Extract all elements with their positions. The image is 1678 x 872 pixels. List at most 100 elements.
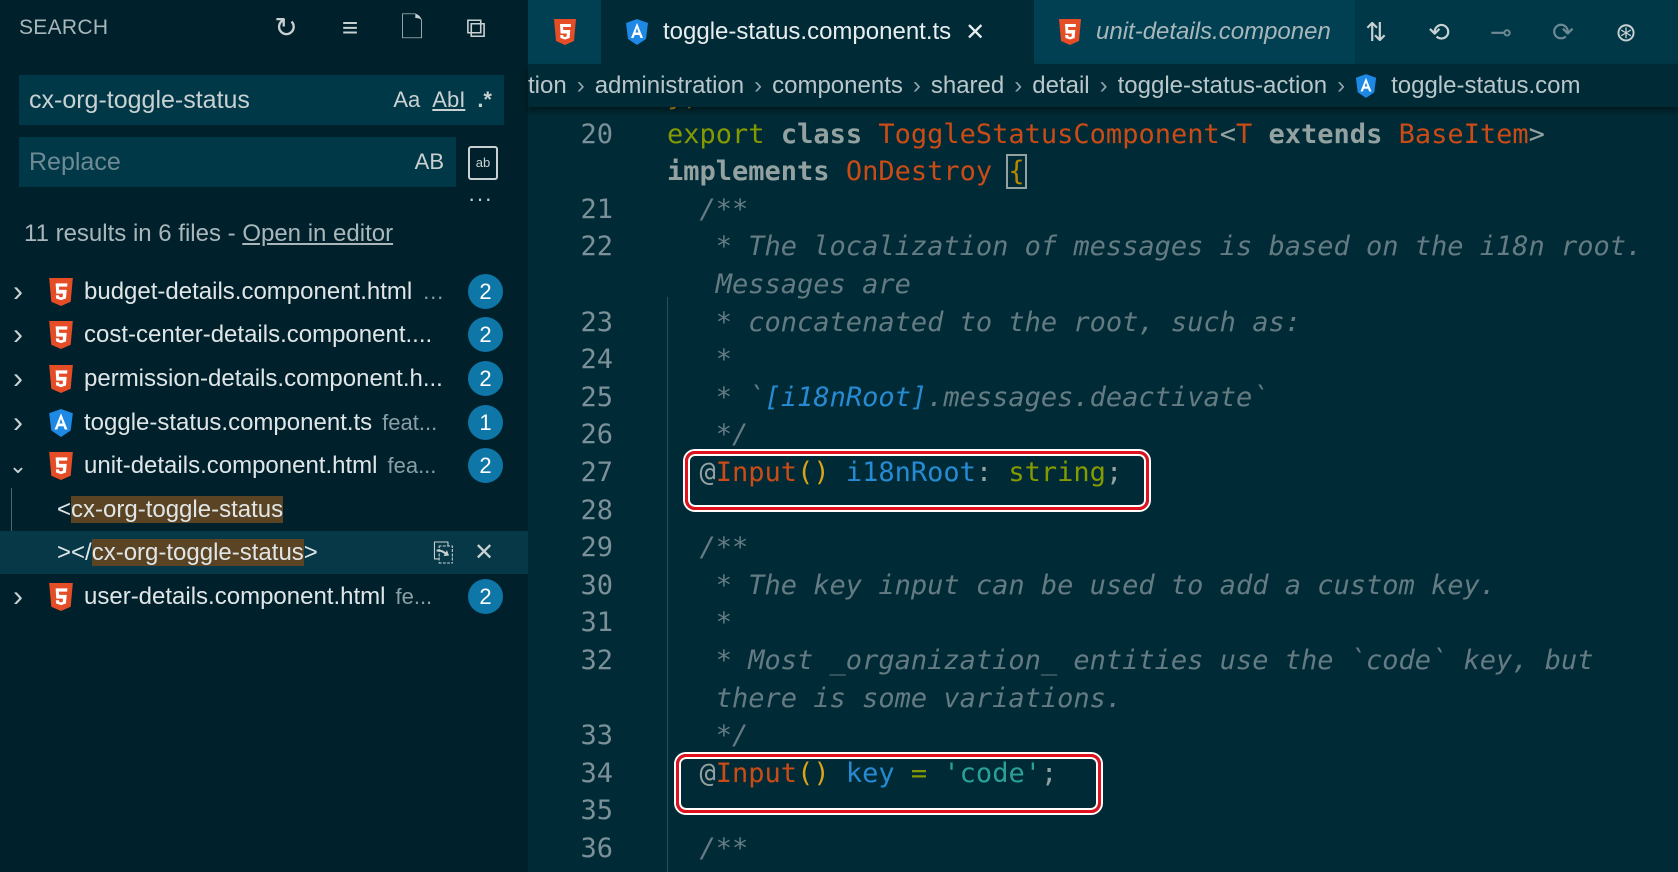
tab-label: unit-details.componen bbox=[1096, 18, 1331, 45]
code-token: * The key input can be used to add a cus… bbox=[667, 569, 1497, 601]
file-result-row[interactable]: ⌄ unit-details.component.html fea... 2 bbox=[0, 444, 528, 487]
match-whole-word-toggle[interactable]: AbI bbox=[432, 87, 465, 113]
breadcrumb-separator-icon: › bbox=[754, 71, 763, 99]
compare-changes-icon[interactable]: ⇅ bbox=[1358, 14, 1394, 50]
file-result-row[interactable]: › cost-center-details.component.... 2 bbox=[0, 313, 528, 356]
source-control-icon[interactable]: ⊛ bbox=[1608, 14, 1644, 50]
line-number: 26 bbox=[580, 419, 613, 451]
new-search-editor-icon[interactable]: 🗋 bbox=[395, 10, 429, 46]
more-options-icon[interactable]: ··· bbox=[468, 186, 493, 212]
open-in-editor-link[interactable]: Open in editor bbox=[242, 220, 393, 247]
chevron-right-icon[interactable]: › bbox=[8, 318, 28, 352]
code-token: export bbox=[667, 118, 765, 150]
line-number: 35 bbox=[580, 795, 613, 827]
line-number: 31 bbox=[580, 607, 613, 639]
line-number: 24 bbox=[580, 344, 613, 376]
code-token: = bbox=[910, 757, 928, 789]
code-line: * bbox=[667, 344, 732, 375]
chevron-down-icon[interactable]: ⌄ bbox=[8, 453, 28, 479]
replace-match-icon[interactable]: ⎘ bbox=[433, 537, 454, 569]
match-case-toggle[interactable]: Aa bbox=[393, 87, 420, 113]
breadcrumb-item[interactable]: detail bbox=[1032, 72, 1089, 100]
replace-placeholder: Replace bbox=[29, 147, 121, 176]
code-token: class bbox=[780, 118, 863, 150]
go-back-icon[interactable]: ⟲ bbox=[1421, 14, 1457, 50]
code-editor[interactable]: 19}) 20 export class ToggleStatusComponent… bbox=[528, 107, 1678, 872]
code-token: string bbox=[1008, 457, 1106, 488]
code-line: */ bbox=[667, 720, 749, 751]
file-path: feat... bbox=[382, 409, 438, 435]
file-result-row[interactable]: › toggle-status.component.ts feat... 1 bbox=[0, 401, 528, 444]
line-number: 19 bbox=[528, 107, 613, 112]
code-token: * The localization of messages is based … bbox=[667, 231, 1643, 263]
code-line: * The localization of messages is based … bbox=[667, 231, 1643, 263]
code-token: () bbox=[797, 757, 830, 789]
replace-input[interactable]: Replace AB bbox=[19, 137, 456, 187]
collapse-all-icon[interactable]: ⧉ bbox=[459, 10, 493, 46]
code-line: /** bbox=[667, 532, 749, 564]
breadcrumb-item[interactable]: toggle-status-action bbox=[1118, 72, 1327, 100]
match-result-row[interactable]: <cx-org-toggle-status bbox=[0, 488, 528, 531]
file-name: toggle-status.component.ts bbox=[84, 408, 373, 436]
code-line: */ bbox=[667, 419, 749, 451]
refresh-icon[interactable]: ↻ bbox=[269, 10, 303, 46]
search-sidebar: SEARCH ↻ ≡ 🗋 ⧉ cx-org-toggle-status Aa A… bbox=[0, 0, 528, 872]
clear-results-icon[interactable]: ≡ bbox=[333, 10, 367, 46]
code-line: @Input() i18nRoot: string; bbox=[667, 457, 1123, 488]
breadcrumb-item[interactable]: shared bbox=[931, 72, 1004, 100]
match-result-row[interactable]: ></cx-org-toggle-status> ⎘ ✕ bbox=[0, 531, 528, 574]
match-highlight: cx-org-toggle-status bbox=[71, 495, 284, 523]
chevron-right-icon[interactable]: › bbox=[8, 406, 28, 440]
breadcrumb-item[interactable]: administration bbox=[595, 72, 744, 100]
code-token: * bbox=[667, 607, 733, 639]
preserve-case-toggle[interactable]: AB bbox=[415, 149, 444, 175]
code-token: * ` bbox=[667, 381, 765, 413]
breadcrumb-item[interactable]: tion bbox=[528, 72, 567, 100]
search-input[interactable]: cx-org-toggle-status Aa AbI .* bbox=[19, 75, 504, 125]
match-text: <cx-org-toggle-status bbox=[57, 495, 284, 524]
use-regex-toggle[interactable]: .* bbox=[477, 87, 492, 113]
chevron-right-icon[interactable]: › bbox=[8, 580, 28, 614]
match-count-badge: 2 bbox=[468, 317, 503, 352]
match-highlight: cx-org-toggle-status bbox=[91, 538, 304, 566]
breadcrumb: tion › administration › components › shared › de… bbox=[528, 64, 1678, 107]
code-token: /** bbox=[667, 532, 749, 564]
tab-html-file[interactable] bbox=[528, 0, 601, 64]
timeline-icon[interactable]: ⊸ bbox=[1483, 14, 1519, 50]
code-line: * bbox=[667, 607, 732, 638]
file-result-row[interactable]: › permission-details.component.h... 2 bbox=[0, 357, 528, 400]
code-token: }) bbox=[667, 107, 700, 112]
tab-unit-details-component[interactable]: unit-details.componen bbox=[1034, 0, 1355, 64]
chevron-right-icon[interactable]: › bbox=[8, 275, 28, 309]
code-token: : bbox=[975, 457, 1009, 488]
file-result-row[interactable]: › budget-details.component.html … 2 bbox=[0, 270, 528, 313]
html5-icon bbox=[48, 278, 74, 306]
code-token: Messages are bbox=[667, 269, 911, 300]
code-token: * bbox=[667, 344, 733, 376]
code-token: > bbox=[1528, 118, 1545, 150]
code-line: implements OnDestroy { bbox=[667, 154, 1027, 190]
replace-all-icon[interactable]: ab bbox=[468, 146, 498, 180]
file-result-row[interactable]: › user-details.component.html fe... 2 bbox=[0, 575, 528, 618]
code-line: Messages are bbox=[667, 269, 911, 300]
angular-icon bbox=[1355, 74, 1377, 98]
tab-toggle-status-component[interactable]: toggle-status.component.ts ✕ bbox=[601, 0, 1034, 64]
code-token: extends bbox=[1268, 118, 1383, 150]
chevron-right-icon[interactable]: › bbox=[8, 362, 28, 396]
code-token: @ bbox=[667, 457, 716, 488]
code-token: .messages.deactivate` bbox=[927, 381, 1269, 413]
code-token: () bbox=[797, 457, 830, 488]
dismiss-match-icon[interactable]: ✕ bbox=[474, 538, 494, 567]
match-count-badge: 2 bbox=[468, 361, 503, 396]
breadcrumb-item[interactable]: components bbox=[772, 72, 903, 100]
code-token: { bbox=[1006, 154, 1027, 190]
breadcrumb-item[interactable]: toggle-status.com bbox=[1391, 72, 1580, 100]
code-token: [i18nRoot] bbox=[764, 381, 928, 413]
close-tab-icon[interactable]: ✕ bbox=[965, 18, 985, 47]
code-token: */ bbox=[667, 419, 749, 451]
go-forward-icon[interactable]: ⟳ bbox=[1545, 14, 1581, 50]
